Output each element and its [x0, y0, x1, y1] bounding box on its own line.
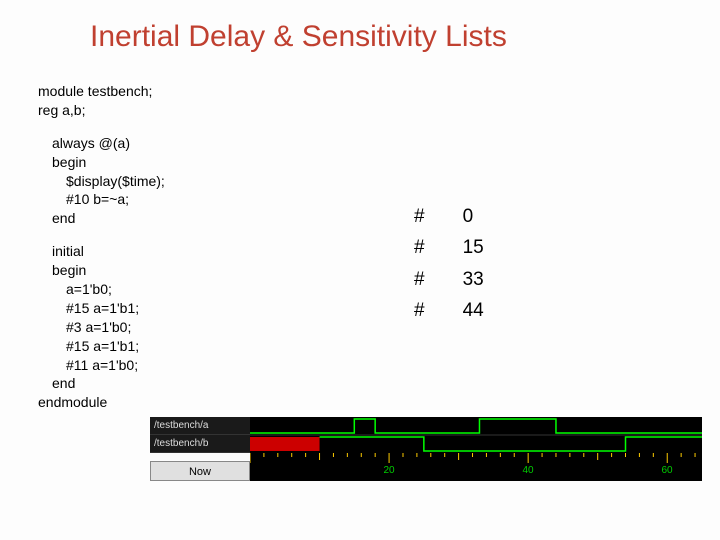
code-line: #15 a=1'b1;	[38, 299, 165, 318]
code-line: always @(a)	[38, 134, 165, 153]
code-line: begin	[38, 261, 165, 280]
wave-svg	[250, 417, 702, 453]
code-block: module testbench; reg a,b; always @(a) b…	[38, 82, 165, 412]
wave-signal-labels: /testbench/a /testbench/b	[150, 417, 250, 453]
code-line: #15 a=1'b1;	[38, 337, 165, 356]
output-hash: #	[414, 296, 461, 325]
wave-time-axis: 20 40 60	[250, 453, 702, 481]
code-line: initial	[38, 242, 165, 261]
slide-title: Inertial Delay & Sensitivity Lists	[0, 0, 720, 68]
wave-label-b: /testbench/b	[150, 435, 250, 453]
output-hash: #	[414, 233, 461, 262]
code-line: end	[38, 209, 165, 228]
code-line: begin	[38, 153, 165, 172]
output-value: 33	[463, 265, 520, 294]
axis-svg	[250, 453, 702, 481]
output-value: 44	[463, 296, 520, 325]
wave-label-a: /testbench/a	[150, 417, 250, 435]
code-line: #11 a=1'b0;	[38, 356, 165, 375]
code-line: module testbench;	[38, 82, 165, 101]
code-line: reg a,b;	[38, 101, 165, 120]
tick-label: 40	[522, 465, 533, 476]
code-line: $display($time);	[38, 172, 165, 191]
tick-label: 60	[661, 465, 672, 476]
code-line: end	[38, 374, 165, 393]
output-hash: #	[414, 265, 461, 294]
output-block: #0 #15 #33 #44	[412, 200, 522, 328]
waveform-viewer: /testbench/a /testbench/b Now 20 40 60	[150, 417, 702, 489]
code-line: a=1'b0;	[38, 280, 165, 299]
code-line: endmodule	[38, 393, 165, 412]
tick-label: 20	[383, 465, 394, 476]
output-value: 0	[463, 202, 520, 231]
wave-now-label: Now	[150, 461, 250, 481]
wave-plot	[250, 417, 702, 453]
code-line: #10 b=~a;	[38, 190, 165, 209]
code-line: #3 a=1'b0;	[38, 318, 165, 337]
output-value: 15	[463, 233, 520, 262]
output-hash: #	[414, 202, 461, 231]
